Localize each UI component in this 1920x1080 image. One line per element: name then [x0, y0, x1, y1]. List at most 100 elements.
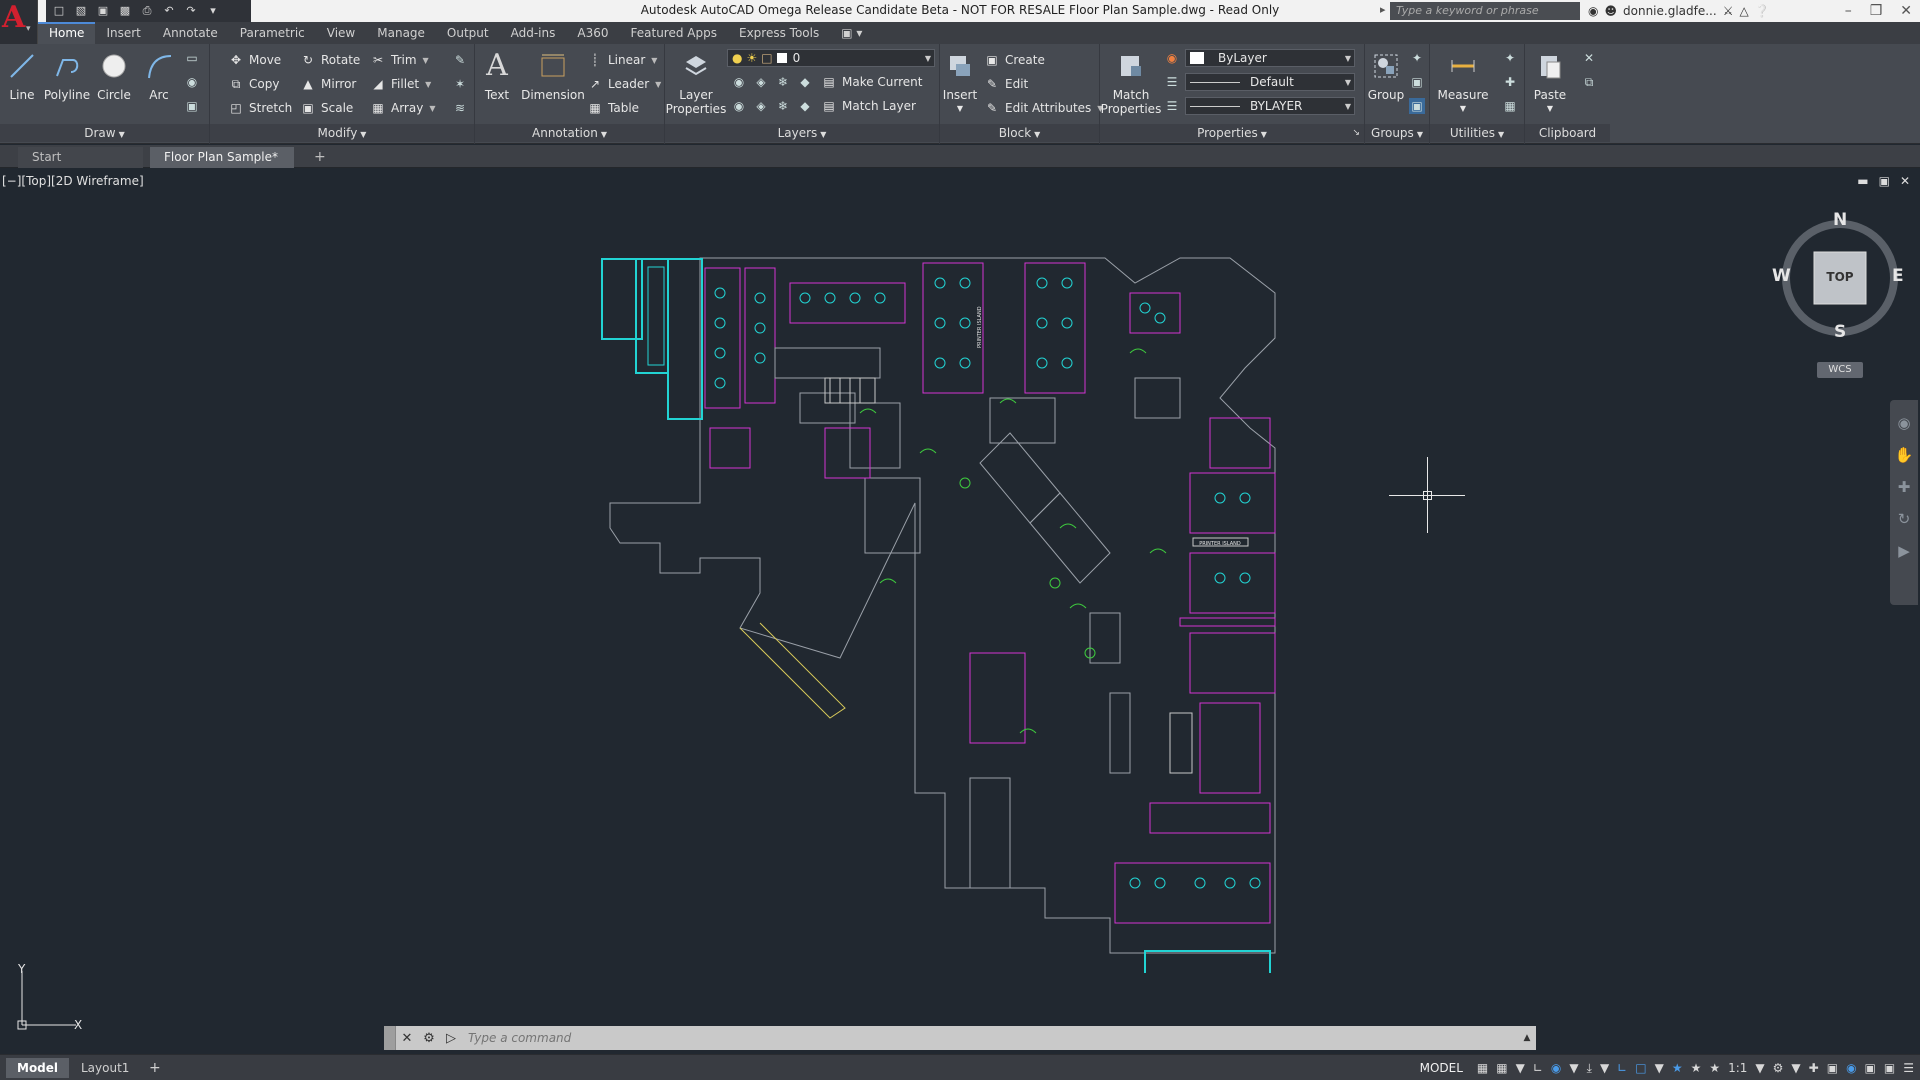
layer-off-icon[interactable]: ◉ — [731, 74, 747, 90]
panel-label-modify[interactable]: Modify ▼ — [210, 124, 474, 142]
panel-label-annotation[interactable]: Annotation ▼ — [475, 124, 664, 142]
user-name[interactable]: donnie.gladfe... — [1623, 4, 1717, 18]
file-tab-start[interactable]: Start — [18, 147, 143, 168]
annotation-scale-value[interactable]: 1:1 — [1728, 1061, 1747, 1075]
object-snap-icon[interactable]: □ — [1635, 1061, 1646, 1075]
insert-button[interactable]: Insert ▼ — [940, 50, 980, 116]
viewport-minimize-icon[interactable]: ▬ — [1857, 174, 1868, 188]
command-line-grip[interactable] — [384, 1026, 396, 1050]
layer-lock-icon[interactable]: ◆ — [797, 74, 813, 90]
object-snap-tracking-icon[interactable]: ∟ — [1617, 1061, 1627, 1075]
search-input[interactable]: Type a keyword or phrase — [1380, 2, 1580, 20]
group-edit-icon[interactable]: ▣ — [1409, 74, 1425, 90]
application-menu-button[interactable]: A ▾ — [0, 0, 38, 44]
wrench-icon[interactable]: ⚙ — [418, 1031, 440, 1046]
chevron-down-icon[interactable]: ▼ — [1755, 1061, 1764, 1075]
annotation-monitor-icon[interactable]: ✚ — [1809, 1061, 1819, 1075]
tab-featured-apps[interactable]: Featured Apps — [620, 22, 728, 44]
stretch-button[interactable]: ◰ Stretch — [228, 98, 292, 118]
grid-icon[interactable]: ▦ — [1477, 1061, 1488, 1075]
copy-clip-icon[interactable]: ⧉ — [1581, 74, 1597, 90]
annotation-visibility-icon[interactable]: ★ — [1672, 1061, 1683, 1075]
viewcube[interactable]: N S E W TOP — [1770, 208, 1910, 348]
clean-screen-icon[interactable]: ▣ — [1884, 1061, 1895, 1075]
viewcube-east[interactable]: E — [1892, 266, 1904, 286]
rectangle-icon[interactable]: ▭ — [184, 50, 200, 66]
group-select-icon[interactable]: ▣ — [1409, 98, 1425, 114]
model-space-toggle[interactable]: MODEL — [1420, 1061, 1463, 1075]
showmotion-icon[interactable]: ▶ — [1890, 542, 1918, 560]
line-button[interactable]: Line — [6, 50, 38, 102]
auto-scale-icon[interactable]: ★ — [1691, 1061, 1702, 1075]
tab-express-tools[interactable]: Express Tools — [728, 22, 830, 44]
tab-a360[interactable]: A360 — [566, 22, 619, 44]
create-block-button[interactable]: ▣ Create — [984, 50, 1045, 70]
annotation-scale-icon[interactable]: ★ — [1709, 1061, 1720, 1075]
arc-button[interactable]: Arc — [143, 50, 175, 102]
command-input[interactable] — [462, 1031, 1518, 1045]
user-icon[interactable]: ☻ — [1604, 4, 1617, 18]
layout1-tab[interactable]: Layout1 — [70, 1058, 140, 1078]
layer-properties-button[interactable]: Layer Properties — [665, 50, 727, 116]
layer-unisolate-icon[interactable]: ◈ — [753, 98, 769, 114]
model-tab[interactable]: Model — [6, 1058, 70, 1078]
polyline-button[interactable]: Polyline — [42, 50, 92, 102]
scale-button[interactable]: ▣ Scale — [300, 98, 353, 118]
ortho-icon[interactable]: ∟ — [1533, 1061, 1543, 1075]
panel-label-layers[interactable]: Layers ▼ — [665, 124, 939, 142]
chevron-up-icon[interactable]: ▲ — [1518, 1033, 1536, 1043]
panel-label-groups[interactable]: Groups ▼ — [1365, 124, 1429, 142]
customization-menu-icon[interactable]: ☰ — [1903, 1061, 1914, 1075]
edit-block-button[interactable]: ✎ Edit — [984, 74, 1028, 94]
erase-icon[interactable]: ✎ — [452, 52, 468, 68]
viewcube-top-face[interactable]: TOP — [1814, 270, 1866, 284]
mirror-button[interactable]: ▲ Mirror — [300, 74, 356, 94]
trim-button[interactable]: ✂ Trim ▼ — [370, 50, 429, 70]
panel-label-utilities[interactable]: Utilities ▼ — [1430, 124, 1524, 142]
edit-attributes-button[interactable]: ✎ Edit Attributes ▼ — [984, 98, 1103, 118]
chevron-down-icon[interactable]: ▼ — [1655, 1061, 1664, 1075]
calculator-icon[interactable]: ▦ — [1502, 98, 1518, 114]
id-point-icon[interactable]: ✚ — [1502, 74, 1518, 90]
isodraft-icon[interactable]: ⤓ — [1587, 1061, 1592, 1076]
command-prompt-icon[interactable]: ▷ — [440, 1031, 462, 1046]
new-tab-button[interactable]: + — [300, 147, 340, 168]
tab-insert[interactable]: Insert — [95, 22, 151, 44]
cut-icon[interactable]: ✕ — [1581, 50, 1597, 66]
text-button[interactable]: A Text — [481, 50, 513, 103]
layer-dropdown[interactable]: ● ☀ □ 0 ▼ — [727, 49, 935, 67]
quick-select-icon[interactable]: ✦ — [1502, 50, 1518, 66]
chevron-down-icon[interactable]: ▼ — [1516, 1061, 1525, 1075]
viewcube-west[interactable]: W — [1772, 266, 1791, 286]
ungroup-icon[interactable]: ✦ — [1409, 50, 1425, 66]
lineweight-dropdown[interactable]: BYLAYER ▼ — [1185, 97, 1355, 115]
cart-icon[interactable]: ⚔ — [1723, 4, 1734, 18]
ribbon-state-toggle[interactable]: ▣ ▾ — [830, 22, 873, 44]
panel-label-draw[interactable]: Draw ▼ — [0, 124, 209, 142]
zoom-extents-icon[interactable]: ✚ — [1890, 478, 1918, 496]
region-icon[interactable]: ▣ — [184, 98, 200, 114]
add-layout-button[interactable]: + — [138, 1058, 172, 1078]
tab-parametric[interactable]: Parametric — [229, 22, 316, 44]
viewcube-south[interactable]: S — [1834, 322, 1846, 342]
layer-thaw-icon[interactable]: ❄ — [775, 98, 791, 114]
viewcube-north[interactable]: N — [1833, 210, 1847, 230]
linear-button[interactable]: ┊ Linear ▼ — [587, 50, 657, 70]
wcs-menu[interactable]: WCS — [1817, 362, 1863, 378]
minimize-button[interactable]: – — [1845, 0, 1852, 22]
chevron-down-icon[interactable]: ▼ — [1600, 1061, 1609, 1075]
units-icon[interactable]: ▣ — [1827, 1061, 1838, 1075]
snap-icon[interactable]: ▦ — [1496, 1061, 1507, 1075]
table-button[interactable]: ▦ Table — [587, 98, 639, 118]
chevron-down-icon[interactable]: ▼ — [1791, 1061, 1800, 1075]
match-properties-button[interactable]: Match Properties — [1100, 50, 1162, 116]
floor-plan-drawing[interactable]: PRINTER ISLAND PRINTER ISLAND — [590, 253, 1320, 973]
leader-button[interactable]: ↗ Leader ▼ — [587, 74, 661, 94]
panel-label-block[interactable]: Block ▼ — [940, 124, 1099, 142]
binoculars-icon[interactable]: ◉ — [1588, 4, 1598, 18]
close-button[interactable]: ✕ — [1900, 0, 1912, 22]
file-tab-floor-plan[interactable]: Floor Plan Sample* ✕ — [150, 147, 294, 185]
dialog-launcher-icon[interactable]: ↘ — [1352, 124, 1360, 142]
panel-label-clipboard[interactable]: Clipboard — [1525, 124, 1610, 142]
make-current-button[interactable]: ▤ Make Current — [821, 72, 922, 92]
